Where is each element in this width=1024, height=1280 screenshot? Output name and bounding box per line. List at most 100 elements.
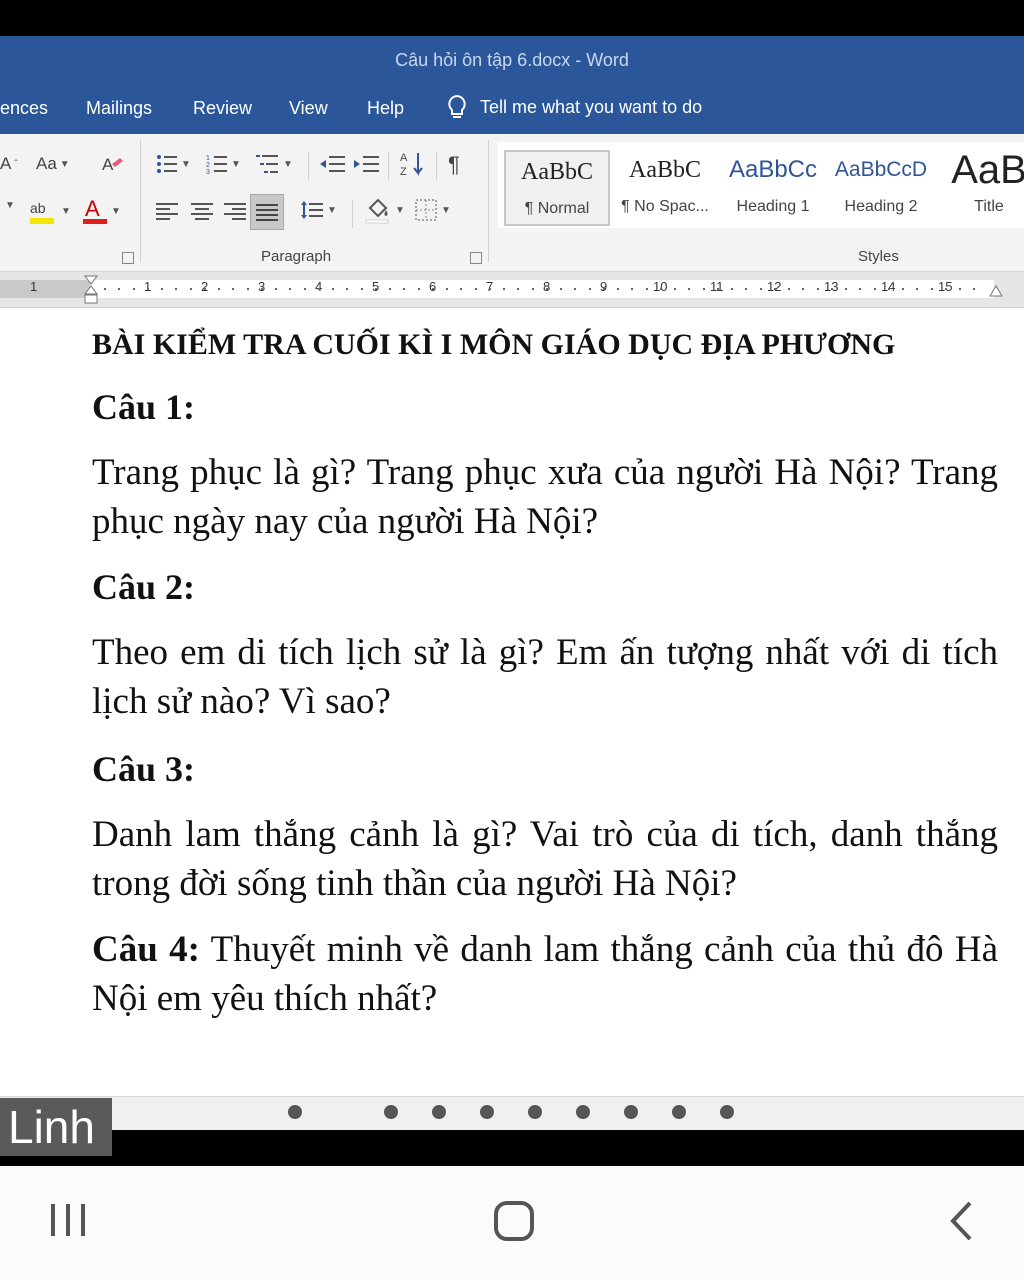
ruler-tick [418,288,420,290]
question-1-text: Trang phục là gì? Trang phục xưa của ngư… [92,452,998,542]
horizontal-scrollbar[interactable] [0,1096,1024,1130]
svg-text:A: A [102,155,114,174]
document-page[interactable]: BÀI KIỂM TRA CUỐI KÌ I MÔN GIÁO DỤC ĐỊA … [0,308,1024,1098]
grow-font-icon[interactable]: Aˆ [0,154,18,174]
ruler-tick [874,288,876,290]
multilevel-list-icon [256,155,278,173]
tab-review[interactable]: Review [193,98,252,119]
style-heading-1[interactable]: AaBbCc Heading 1 [720,150,826,226]
show-formatting-icon[interactable]: ¶ [448,152,460,178]
clear-formatting-icon[interactable]: A [100,152,124,176]
scroll-dot [672,1105,686,1119]
ruler-tick [817,288,819,290]
question-2-text: Theo em di tích lịch sử là gì? Em ấn tượ… [92,632,998,722]
font-color-button[interactable]: A ▼ [82,196,121,226]
scroll-dot [720,1105,734,1119]
home-icon[interactable] [493,1200,535,1242]
ruler-number: 4 [315,279,323,294]
ruler-tick [275,288,277,290]
change-case-label: Aa [36,154,57,173]
ruler-margin [0,280,90,298]
question-4-heading: Câu 4: [92,929,200,970]
align-center-icon[interactable] [190,200,214,222]
ruler-tick [603,288,605,290]
sort-icon[interactable]: AZ [400,150,426,178]
android-navigation-bar [0,1166,1024,1280]
back-icon[interactable] [944,1200,980,1242]
ruler-tick [460,288,462,290]
ruler-tick [617,288,619,290]
style-heading-2[interactable]: AaBbCcD Heading 2 [828,150,934,226]
align-right-icon[interactable] [222,200,246,222]
paragraph-group-label: Paragraph [261,248,332,265]
align-left-icon[interactable] [156,200,180,222]
tab-references[interactable]: ences [0,98,48,119]
scroll-dot [432,1105,446,1119]
tool-separator [388,152,389,180]
tool-separator [436,152,437,180]
horizontal-ruler[interactable]: 1 1 2 3 4 5 6 7 8 9 10 11 12 13 14 15 [0,272,1024,308]
ruler-tick [902,288,904,290]
font-dialog-launcher[interactable] [122,252,134,264]
paint-bucket-icon [365,198,389,224]
ribbon-tabs: ences Mailings Review View Help Tell me … [0,84,1024,134]
ruler-tick [517,288,519,290]
ruler-tick [931,288,933,290]
ruler-tick [446,288,448,290]
svg-text:A: A [85,196,100,221]
style-name: ¶ Normal [524,200,590,217]
change-case-button[interactable]: Aa ▼ [36,154,70,174]
tab-mailings[interactable]: Mailings [86,98,152,119]
ruler-number: 7 [486,279,494,294]
ruler-number: 6 [429,279,437,294]
ruler-tick [945,288,947,290]
ruler-tick [717,288,719,290]
ruler-number: 1 [144,279,152,294]
line-spacing-button[interactable]: ▼ [300,198,337,222]
window-title: Câu hỏi ôn tập 6.docx - Word [395,49,629,70]
paragraph-dialog-launcher[interactable] [470,252,482,264]
recents-icon[interactable] [48,1200,88,1240]
ruler-tick [788,288,790,290]
svg-text:A: A [400,152,408,164]
ruler-tick [760,288,762,290]
ruler-number: 9 [600,279,608,294]
ruler-tick [660,288,662,290]
question-3-text: Danh lam thắng cảnh là gì? Vai trò của d… [92,814,998,904]
indent-marker-icon[interactable] [83,274,99,306]
ruler-tick [731,288,733,290]
tell-me-text: Tell me what you want to do [480,96,703,117]
ruler-tick [175,288,177,290]
ruler-tick [104,288,106,290]
scroll-dot [288,1105,302,1119]
font-dropdown-caret[interactable]: ▼ [2,200,15,211]
font-color-icon: A [83,196,107,224]
numbering-button[interactable]: 1 2 3 ▼ [206,152,241,176]
style-title[interactable]: AaB Title [936,150,1024,226]
borders-button[interactable]: ▼ [414,198,451,222]
svg-text:1: 1 [206,155,210,162]
highlight-color-button[interactable]: ab ▼ [28,196,71,226]
bullets-button[interactable]: ▼ [156,152,191,176]
ruler-tick [532,288,534,290]
justify-button[interactable] [250,194,284,230]
ruler-tick [247,288,249,290]
style-normal[interactable]: AaBbC ¶ Normal [504,150,610,226]
question-4-text: Thuyết minh về danh lam thắng cảnh của t… [92,929,998,1019]
decrease-indent-icon[interactable] [318,152,346,176]
shading-button[interactable]: ▼ [364,196,405,224]
scroll-dot [624,1105,638,1119]
ruler-tick [161,288,163,290]
tell-me-search[interactable]: Tell me what you want to do [446,94,702,120]
multilevel-list-button[interactable]: ▼ [256,152,293,176]
tab-view[interactable]: View [289,98,328,119]
ruler-number: 3 [258,279,266,294]
increase-indent-icon[interactable] [352,152,380,176]
ruler-tick [674,288,676,290]
right-indent-marker-icon[interactable] [988,282,1004,298]
style-no-spacing[interactable]: AaBbC ¶ No Spac... [612,150,718,226]
ruler-number: 11 [710,279,724,294]
tab-help[interactable]: Help [367,98,404,119]
ruler-tick [774,288,776,290]
question-4-paragraph: Câu 4: Thuyết minh về danh lam thắng cản… [92,925,998,1023]
